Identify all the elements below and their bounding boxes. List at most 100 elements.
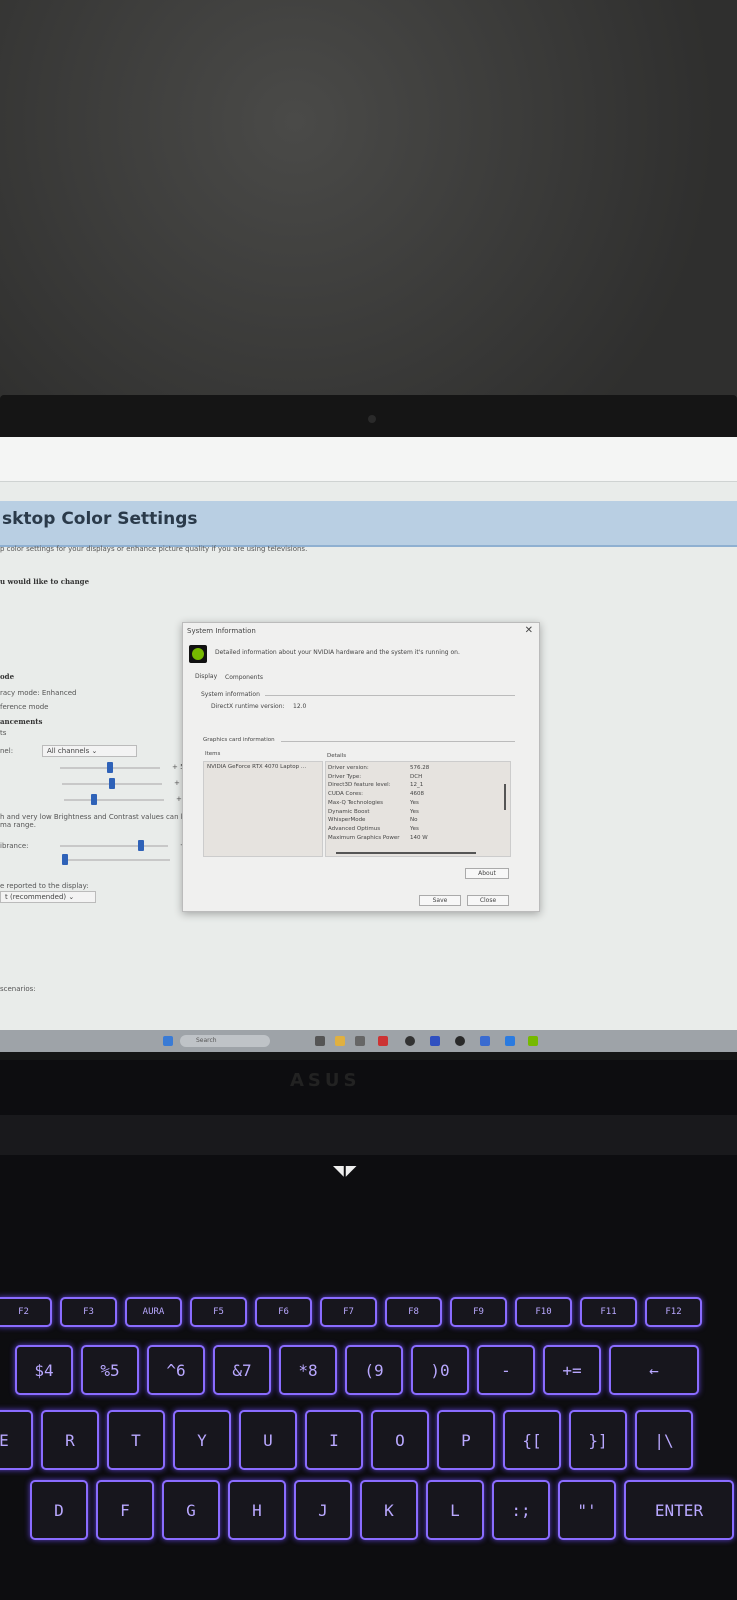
- slider[interactable]: [60, 762, 160, 773]
- reported-value: t (recommended): [5, 893, 67, 901]
- detail-value: Yes: [410, 808, 419, 815]
- detail-label: CUDA Cores:: [328, 791, 363, 798]
- key[interactable]: AURA: [125, 1297, 182, 1327]
- key[interactable]: Y: [173, 1410, 231, 1470]
- channel-dropdown[interactable]: All channels ⌄: [42, 745, 137, 757]
- key[interactable]: ←: [609, 1345, 699, 1395]
- key[interactable]: J: [294, 1480, 352, 1540]
- nvidia-icon[interactable]: [528, 1036, 538, 1046]
- reference-radio[interactable]: ference mode: [0, 703, 48, 711]
- app-icon-3[interactable]: [405, 1036, 415, 1046]
- hinge: [0, 1115, 737, 1155]
- keyboard-row-frow: F2 F3 AURA F5 F6 F7 F8 F9 F10 F11 F12: [0, 1297, 702, 1327]
- key[interactable]: *8: [279, 1345, 337, 1395]
- slider[interactable]: [62, 854, 170, 865]
- about-button[interactable]: About: [465, 868, 509, 879]
- key[interactable]: (9: [345, 1345, 403, 1395]
- key[interactable]: F3: [60, 1297, 117, 1327]
- file-explorer-icon[interactable]: [335, 1036, 345, 1046]
- task-view-icon[interactable]: [315, 1036, 325, 1046]
- slider[interactable]: [62, 778, 162, 789]
- key[interactable]: }]: [569, 1410, 627, 1470]
- keyboard-row-num: $4 %5 ^6 &7 *8 (9)0- += ←: [15, 1345, 699, 1395]
- slider-thumb[interactable]: [138, 840, 144, 851]
- key[interactable]: E: [0, 1410, 33, 1470]
- scrollbar[interactable]: [504, 784, 506, 810]
- details-list[interactable]: Driver version: 576.28 Driver Type: DCH Dire…: [325, 761, 511, 857]
- accuracy-radio[interactable]: racy mode: Enhanced: [0, 689, 76, 697]
- ts-label: ts: [0, 729, 7, 737]
- gpu-item[interactable]: NVIDIA GeForce RTX 4070 Laptop ...: [207, 764, 306, 770]
- key[interactable]: F12: [645, 1297, 702, 1327]
- key[interactable]: F5: [190, 1297, 247, 1327]
- channel-value: All channels: [47, 747, 90, 755]
- key[interactable]: T: [107, 1410, 165, 1470]
- taskbar: Search: [0, 1030, 737, 1052]
- slider-thumb[interactable]: [62, 854, 69, 865]
- close-icon[interactable]: ✕: [525, 625, 533, 636]
- save-button[interactable]: Save: [419, 895, 461, 906]
- title-strip: [0, 437, 737, 482]
- key[interactable]: $4: [15, 1345, 73, 1395]
- key[interactable]: "': [558, 1480, 616, 1540]
- items-list[interactable]: NVIDIA GeForce RTX 4070 Laptop ...: [203, 761, 323, 857]
- reported-dropdown[interactable]: t (recommended) ⌄: [0, 891, 96, 903]
- start-icon[interactable]: [163, 1036, 173, 1046]
- slider-thumb[interactable]: [107, 762, 113, 773]
- key[interactable]: %5: [81, 1345, 139, 1395]
- col-details: Details: [327, 753, 347, 759]
- key[interactable]: G: [162, 1480, 220, 1540]
- app-icon-2[interactable]: [378, 1036, 388, 1046]
- key[interactable]: L: [426, 1480, 484, 1540]
- key[interactable]: R: [41, 1410, 99, 1470]
- detail-label: Advanced Optimus: [328, 825, 381, 832]
- key[interactable]: O: [371, 1410, 429, 1470]
- app-icon[interactable]: [355, 1036, 365, 1046]
- detail-value: DCH: [410, 773, 423, 780]
- key[interactable]: D: [30, 1480, 88, 1540]
- brightness-note: h and very low Brightness and Contrast v…: [0, 813, 197, 821]
- close-button[interactable]: Close: [467, 895, 509, 906]
- key[interactable]: F8: [385, 1297, 442, 1327]
- key[interactable]: K: [360, 1480, 418, 1540]
- tab-components[interactable]: Components: [225, 674, 263, 681]
- key[interactable]: )0: [411, 1345, 469, 1395]
- slider[interactable]: [60, 840, 168, 851]
- detail-value: 576.28: [410, 765, 430, 771]
- slider-thumb[interactable]: [91, 794, 97, 805]
- slider[interactable]: [64, 794, 164, 805]
- key[interactable]: H: [228, 1480, 286, 1540]
- search-box[interactable]: Search: [180, 1035, 270, 1047]
- h-scrollbar[interactable]: [336, 852, 476, 854]
- key[interactable]: F11: [580, 1297, 637, 1327]
- xbox-icon[interactable]: [455, 1036, 465, 1046]
- brightness-note-2: ma range.: [0, 821, 36, 829]
- key[interactable]: P: [437, 1410, 495, 1470]
- key[interactable]: F7: [320, 1297, 377, 1327]
- key[interactable]: U: [239, 1410, 297, 1470]
- detail-value: Yes: [410, 825, 419, 832]
- key[interactable]: ENTER: [624, 1480, 734, 1540]
- key[interactable]: +=: [543, 1345, 601, 1395]
- key[interactable]: F2: [0, 1297, 52, 1327]
- key[interactable]: :;: [492, 1480, 550, 1540]
- key[interactable]: ^6: [147, 1345, 205, 1395]
- app-icon-6[interactable]: [505, 1036, 515, 1046]
- key[interactable]: -: [477, 1345, 535, 1395]
- scenarios-label: scenarios:: [0, 985, 36, 993]
- key[interactable]: &7: [213, 1345, 271, 1395]
- key[interactable]: I: [305, 1410, 363, 1470]
- key[interactable]: |\: [635, 1410, 693, 1470]
- vibrance-label: ibrance:: [0, 842, 29, 850]
- key[interactable]: F9: [450, 1297, 507, 1327]
- key[interactable]: {[: [503, 1410, 561, 1470]
- key[interactable]: F6: [255, 1297, 312, 1327]
- page-title: sktop Color Settings: [2, 509, 198, 529]
- slider-thumb[interactable]: [109, 778, 115, 789]
- key[interactable]: F10: [515, 1297, 572, 1327]
- key[interactable]: F: [96, 1480, 154, 1540]
- tab-display[interactable]: Display: [195, 673, 217, 680]
- app-icon-4[interactable]: [430, 1036, 440, 1046]
- app-icon-5[interactable]: [480, 1036, 490, 1046]
- detail-value: 12_1: [410, 782, 424, 789]
